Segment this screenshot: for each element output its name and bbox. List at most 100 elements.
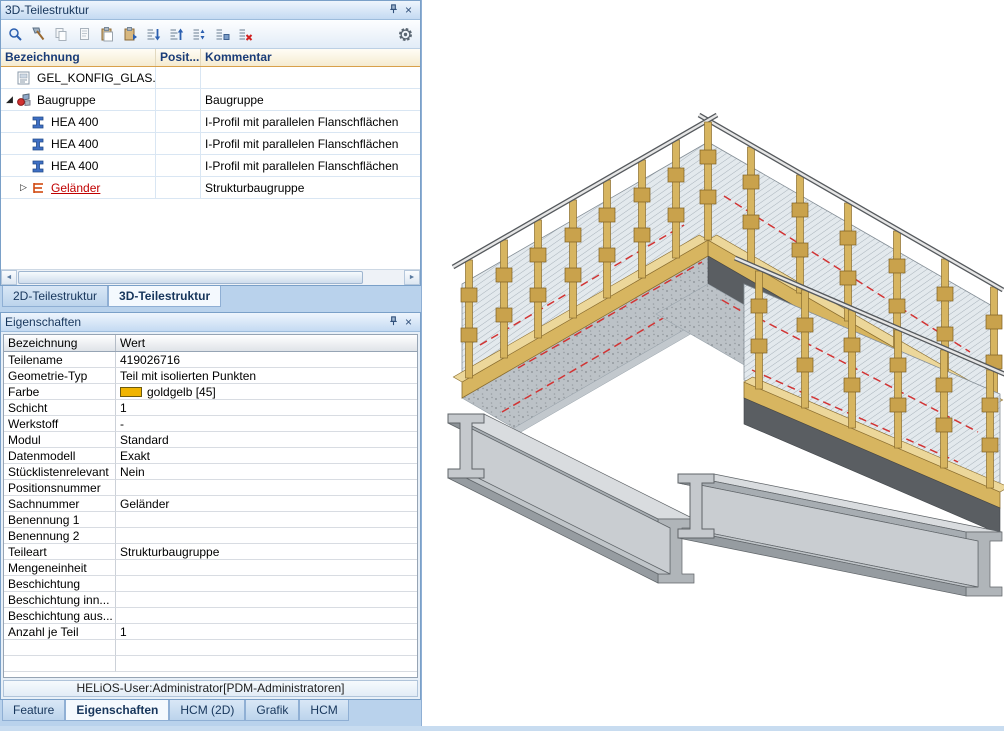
tree-row-comment: I-Profil mit parallelen Flanschflächen bbox=[201, 155, 420, 177]
scrollbar-thumb[interactable] bbox=[18, 271, 363, 284]
property-row[interactable]: Anzahl je Teil1 bbox=[4, 624, 417, 640]
property-row[interactable]: ModulStandard bbox=[4, 432, 417, 448]
tree-row[interactable]: ◢ Baugruppe Baugruppe bbox=[1, 89, 420, 111]
column-header-bezeichnung[interactable]: Bezeichnung bbox=[1, 49, 156, 66]
structure-panel: 3D-Teilestruktur × Bezeichnung Posit... … bbox=[0, 0, 421, 286]
color-swatch bbox=[120, 387, 142, 397]
properties-panel-titlebar: Eigenschaften × bbox=[1, 313, 420, 332]
property-row[interactable]: DatenmodellExakt bbox=[4, 448, 417, 464]
column-header-position[interactable]: Posit... bbox=[156, 49, 201, 66]
prop-column-header-name[interactable]: Bezeichnung bbox=[4, 335, 116, 351]
tree-row-comment: I-Profil mit parallelen Flanschflächen bbox=[201, 111, 420, 133]
tab-2d-teilestruktur[interactable]: 2D-Teilestruktur bbox=[2, 286, 108, 307]
tree-row[interactable]: GEL_KONFIG_GLAS... bbox=[1, 67, 420, 89]
close-icon[interactable]: × bbox=[401, 3, 416, 18]
beam-icon bbox=[30, 136, 48, 152]
tree-row-label: GEL_KONFIG_GLAS... bbox=[37, 71, 156, 85]
toolbar-button-sort-both[interactable] bbox=[188, 23, 211, 46]
tree-row[interactable]: HEA 400 I-Profil mit parallelen Flanschf… bbox=[1, 155, 420, 177]
property-row[interactable]: Geometrie-TypTeil mit isolierten Punkten bbox=[4, 368, 417, 384]
property-row[interactable]: StücklistenrelevantNein bbox=[4, 464, 417, 480]
tree-row-comment: Strukturbaugruppe bbox=[201, 177, 420, 199]
tab-eigenschaften[interactable]: Eigenschaften bbox=[65, 700, 169, 721]
property-row[interactable]: Werkstoff- bbox=[4, 416, 417, 432]
property-row-empty bbox=[4, 640, 417, 656]
horizontal-scrollbar[interactable]: ◄ ► bbox=[1, 269, 420, 285]
properties-panel-title: Eigenschaften bbox=[5, 315, 386, 329]
property-row[interactable]: Benennung 1 bbox=[4, 512, 417, 528]
model-left-beam[interactable] bbox=[448, 414, 694, 583]
scroll-left-arrow-icon[interactable]: ◄ bbox=[1, 270, 17, 285]
property-row[interactable]: Farbe goldgelb [45] bbox=[4, 384, 417, 400]
tree-row-label: HEA 400 bbox=[51, 137, 98, 151]
tab-grafik[interactable]: Grafik bbox=[245, 700, 299, 721]
toolbar-button-search[interactable] bbox=[4, 23, 27, 46]
tree-rows: GEL_KONFIG_GLAS... ◢ Baugruppe Baugruppe… bbox=[1, 67, 420, 199]
property-row[interactable]: Schicht1 bbox=[4, 400, 417, 416]
toolbar-button-sort-down[interactable] bbox=[142, 23, 165, 46]
structure-panel-title: 3D-Teilestruktur bbox=[5, 3, 386, 17]
sort-up-icon bbox=[168, 26, 185, 43]
toolbar-button-page[interactable] bbox=[73, 23, 96, 46]
toolbar-button-sort-box[interactable] bbox=[211, 23, 234, 46]
tree-row-label: HEA 400 bbox=[51, 115, 98, 129]
sort-down-icon bbox=[145, 26, 162, 43]
pin-icon[interactable] bbox=[386, 315, 401, 330]
property-row[interactable]: TeileartStrukturbaugruppe bbox=[4, 544, 417, 560]
tree-row-comment: Baugruppe bbox=[201, 89, 420, 111]
close-icon[interactable]: × bbox=[401, 315, 416, 330]
tree-row-comment bbox=[201, 67, 420, 89]
tab-feature[interactable]: Feature bbox=[2, 700, 65, 721]
tab-hcm-2d[interactable]: HCM (2D) bbox=[169, 700, 245, 721]
tree-row-label: Baugruppe bbox=[37, 93, 96, 107]
property-row[interactable]: Mengeneinheit bbox=[4, 560, 417, 576]
prop-column-header-value[interactable]: Wert bbox=[116, 335, 417, 351]
property-row-empty bbox=[4, 656, 417, 672]
expander-collapsed-icon[interactable]: ▷ bbox=[17, 182, 30, 193]
toolbar-button-paste-arrow[interactable] bbox=[119, 23, 142, 46]
toolbar-button-sort-remove[interactable] bbox=[234, 23, 257, 46]
gear-icon bbox=[397, 26, 414, 43]
property-row[interactable]: Beschichtung inn... bbox=[4, 592, 417, 608]
tab-3d-teilestruktur[interactable]: 3D-Teilestruktur bbox=[108, 286, 221, 307]
sort-both-icon bbox=[191, 26, 208, 43]
property-row[interactable]: Benennung 2 bbox=[4, 528, 417, 544]
copy-icon bbox=[53, 26, 70, 43]
assembly-icon bbox=[16, 92, 34, 108]
3d-viewport[interactable] bbox=[421, 0, 1004, 726]
tree-row-label: HEA 400 bbox=[51, 159, 98, 173]
tree-header: Bezeichnung Posit... Kommentar bbox=[1, 49, 420, 67]
property-row[interactable]: Teilename419026716 bbox=[4, 352, 417, 368]
railing-icon bbox=[30, 180, 48, 196]
properties-table-header: Bezeichnung Wert bbox=[4, 335, 417, 352]
beam-icon bbox=[30, 158, 48, 174]
pin-icon[interactable] bbox=[386, 3, 401, 18]
property-row[interactable]: Beschichtung aus... bbox=[4, 608, 417, 624]
structure-panel-titlebar: 3D-Teilestruktur × bbox=[1, 1, 420, 20]
toolbar-button-axe[interactable] bbox=[27, 23, 50, 46]
toolbar-button-copy[interactable] bbox=[50, 23, 73, 46]
tree-row-comment: I-Profil mit parallelen Flanschflächen bbox=[201, 133, 420, 155]
structure-toolbar bbox=[1, 20, 420, 49]
property-row[interactable]: SachnummerGeländer bbox=[4, 496, 417, 512]
toolbar-button-sort-up[interactable] bbox=[165, 23, 188, 46]
property-row[interactable]: Beschichtung bbox=[4, 576, 417, 592]
tree-row-label[interactable]: Geländer bbox=[51, 181, 100, 195]
properties-panel: Eigenschaften × Bezeichnung Wert Teilena… bbox=[0, 312, 421, 700]
tree-row[interactable]: ▷ Geländer Strukturbaugruppe bbox=[1, 177, 420, 199]
toolbar-button-paste[interactable] bbox=[96, 23, 119, 46]
search-icon bbox=[7, 26, 24, 43]
property-row[interactable]: Positionsnummer bbox=[4, 480, 417, 496]
tree-row[interactable]: HEA 400 I-Profil mit parallelen Flanschf… bbox=[1, 111, 420, 133]
scroll-right-arrow-icon[interactable]: ► bbox=[404, 270, 420, 285]
tab-hcm[interactable]: HCM bbox=[299, 700, 348, 721]
color-value: goldgelb [45] bbox=[147, 385, 216, 399]
paste-icon bbox=[99, 26, 116, 43]
paste-arrow-icon bbox=[122, 26, 139, 43]
column-header-kommentar[interactable]: Kommentar bbox=[201, 49, 420, 66]
beam-icon bbox=[30, 114, 48, 130]
expander-expanded-icon[interactable]: ◢ bbox=[3, 94, 16, 105]
tree-row[interactable]: HEA 400 I-Profil mit parallelen Flanschf… bbox=[1, 133, 420, 155]
toolbar-button-settings[interactable] bbox=[394, 23, 417, 46]
structure-tabbar: 2D-Teilestruktur 3D-Teilestruktur bbox=[0, 286, 421, 312]
